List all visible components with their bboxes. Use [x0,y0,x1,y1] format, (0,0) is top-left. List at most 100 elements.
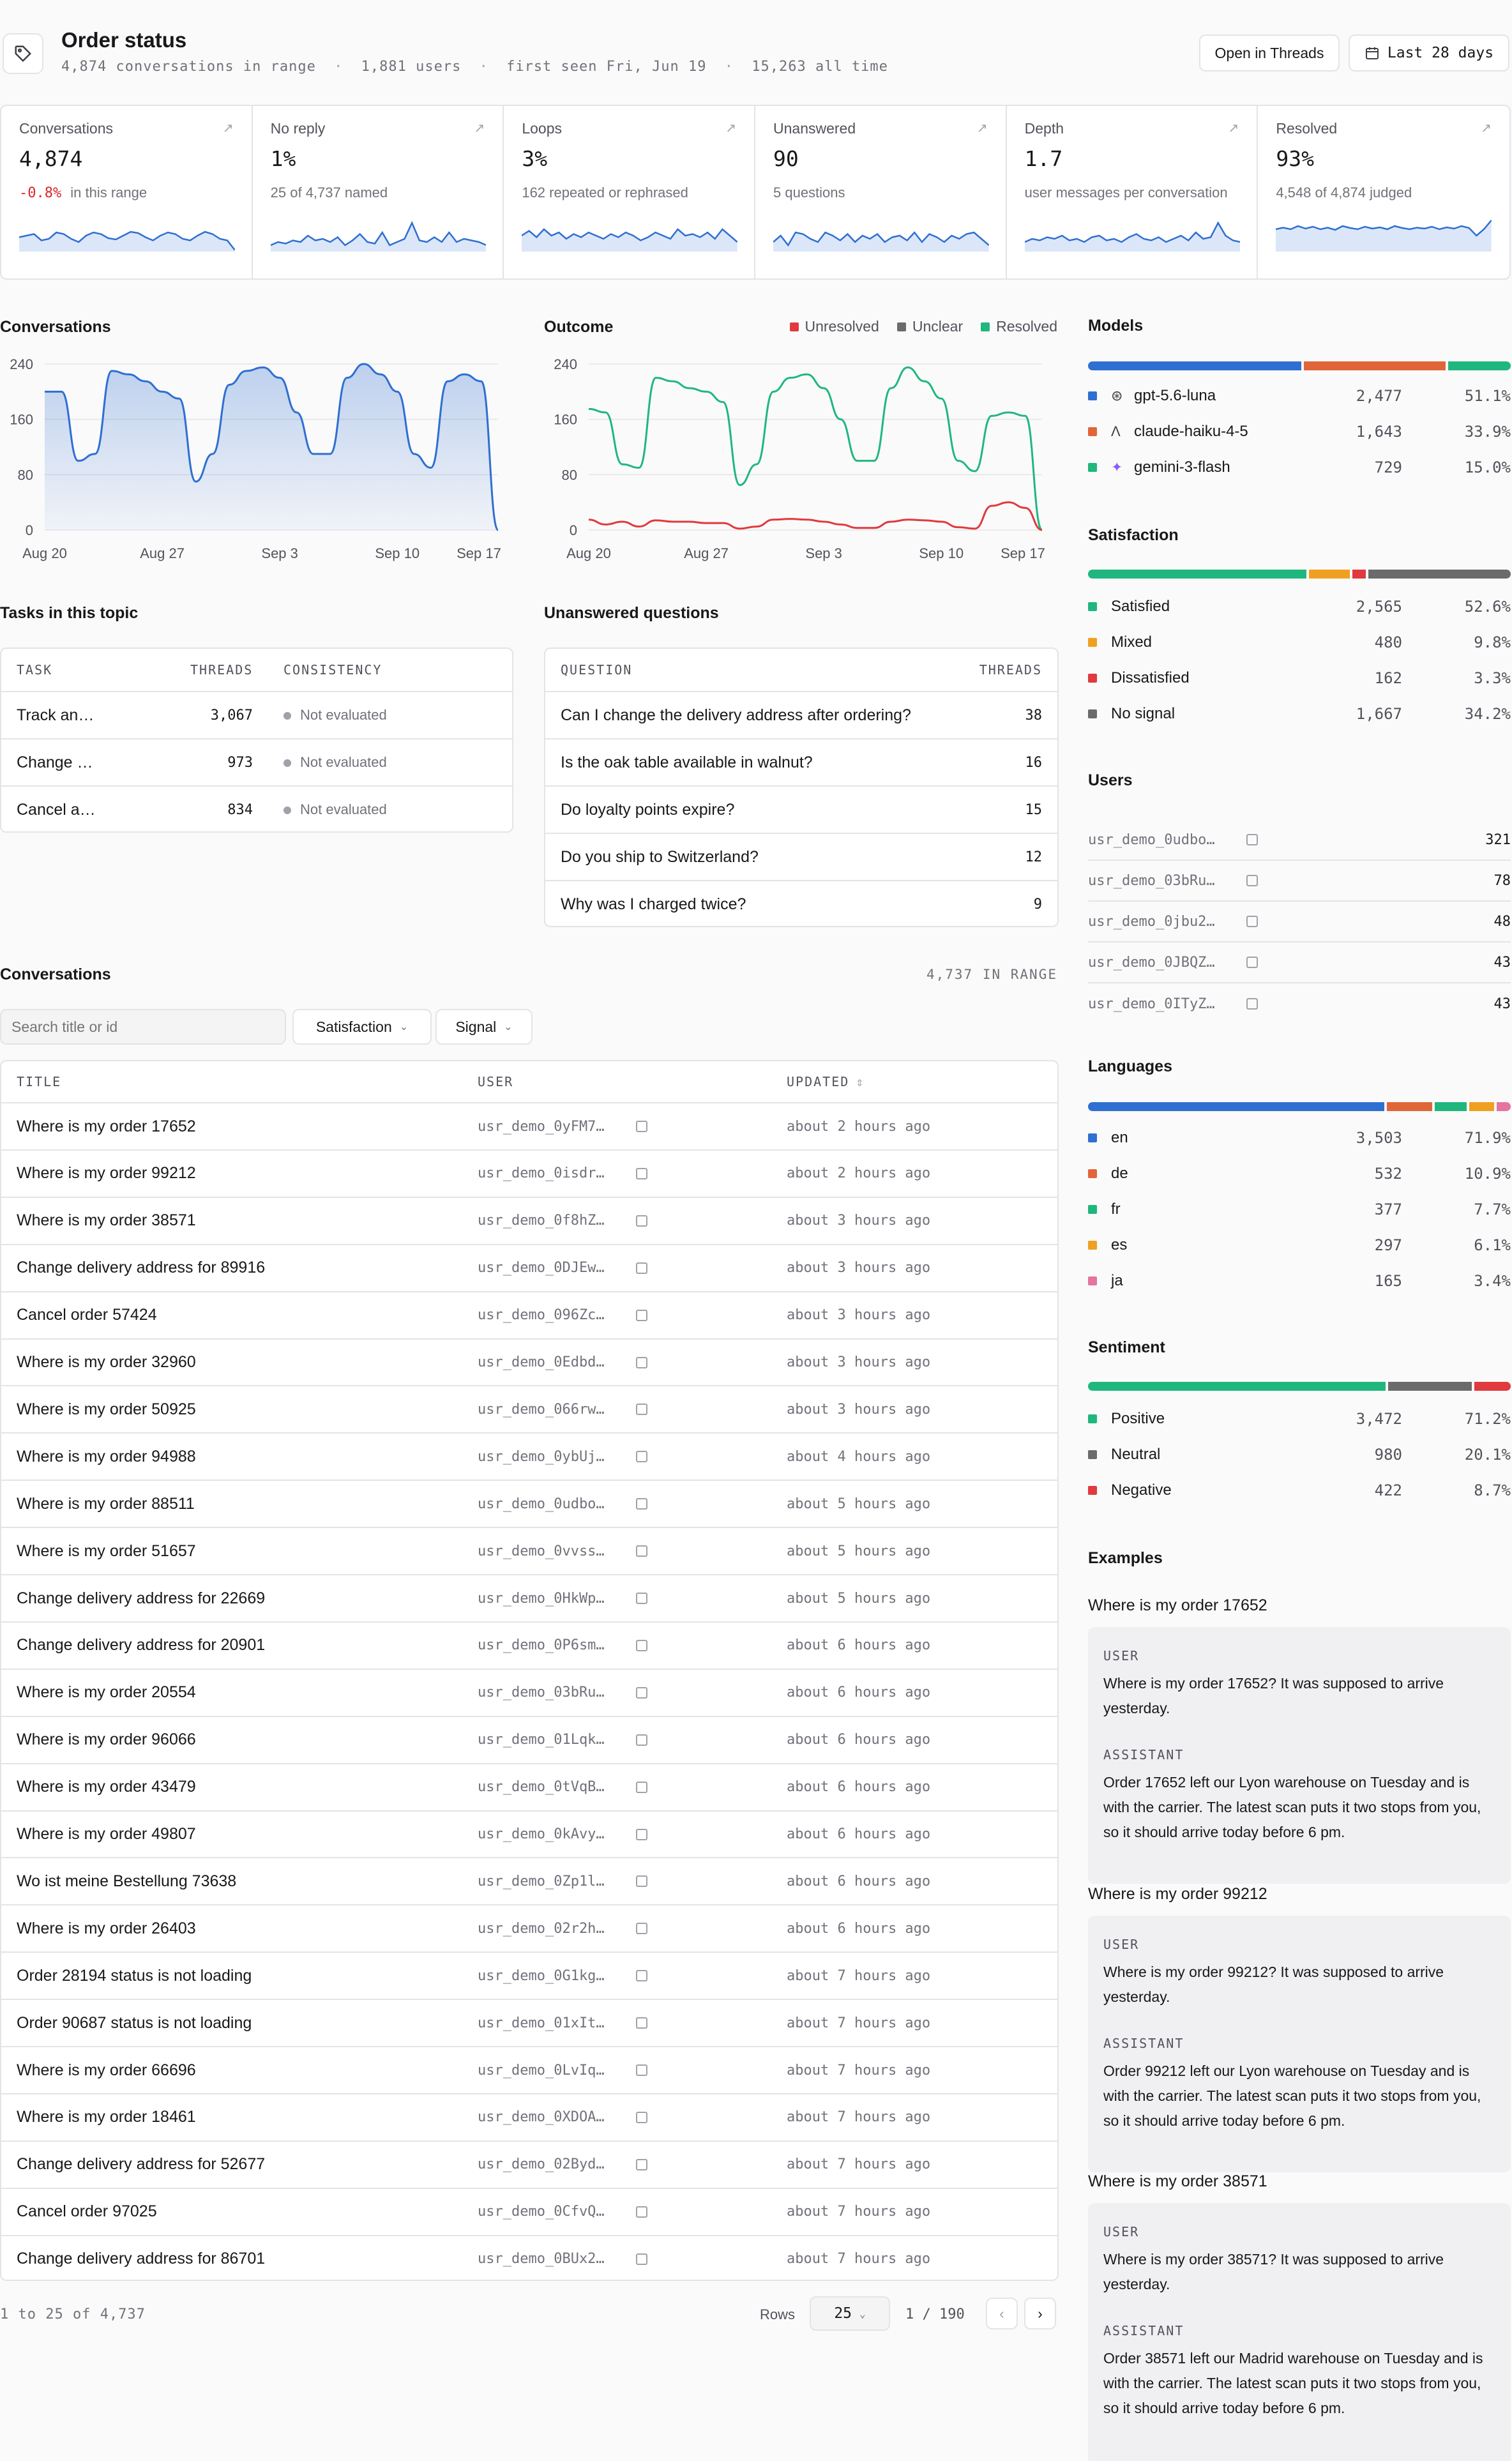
task-row[interactable]: Change … 973 Not evaluated [1,738,512,785]
row-user-id[interactable]: usr_demo_0isdr… [478,1165,618,1181]
row-title[interactable]: Where is my order 66696 [17,2061,196,2080]
table-row[interactable]: Where is my order 66696 usr_demo_0LvIq… ab… [1,2046,1057,2093]
copy-icon[interactable] [1246,957,1258,968]
row-user-id[interactable]: usr_demo_0ybUj… [478,1449,618,1465]
copy-icon[interactable] [636,2111,647,2123]
table-row[interactable]: Wo ist meine Bestellung 73638 usr_demo_0Z… [1,1857,1057,1904]
row-title[interactable]: Where is my order 88511 [17,1495,195,1513]
kpi-card-2[interactable]: Loops ↗ 3% 162 repeated or rephrased [504,106,755,278]
user-row[interactable]: usr_demo_0JBQZ… 43 [1088,943,1511,983]
user-row[interactable]: usr_demo_0jbu2… 48 [1088,902,1511,943]
row-title[interactable]: Where is my order 32960 [17,1353,196,1372]
models-row[interactable]: ⊛ gpt-5.6-luna 2,477 51.1% [1088,384,1511,407]
table-row[interactable]: Order 90687 status is not loading usr_dem… [1,1999,1057,2046]
row-title[interactable]: Change delivery address for 89916 [17,1259,265,1277]
row-user-id[interactable]: usr_demo_02Byd… [478,2156,618,2172]
arrow-up-right-icon[interactable]: ↗ [223,120,234,136]
row-title[interactable]: Where is my order 20554 [17,1683,196,1702]
row-title[interactable]: Cancel order 57424 [17,1306,157,1324]
user-id[interactable]: usr_demo_03bRu… [1088,873,1228,889]
satisfaction-row[interactable]: Mixed 480 9.8% [1088,631,1511,654]
row-title[interactable]: Change delivery address for 52677 [17,2155,265,2174]
copy-icon[interactable] [636,1734,647,1746]
copy-icon[interactable] [636,1828,647,1840]
table-row[interactable]: Cancel order 97025 usr_demo_0CfvQ… about 7… [1,2187,1057,2235]
table-row[interactable]: Where is my order 38571 usr_demo_0f8hZ… ab… [1,1196,1057,1244]
open-in-threads-button[interactable]: Open in Threads [1199,34,1340,72]
kpi-card-4[interactable]: Depth ↗ 1.7 user messages per conversation [1007,106,1259,278]
row-title[interactable]: Where is my order 43479 [17,1778,196,1796]
languages-row[interactable]: en 3,503 71.9% [1088,1126,1511,1149]
table-row[interactable]: Where is my order 18461 usr_demo_0XDOA… ab… [1,2093,1057,2140]
models-row[interactable]: Λclaude-haiku-4-5 1,643 33.9% [1088,420,1511,443]
rows-per-page-select[interactable]: 25 ⌄ [810,2296,890,2331]
table-row[interactable]: Change delivery address for 22669 usr_dem… [1,1574,1057,1621]
example-title[interactable]: Where is my order 17652 [1088,1596,1267,1615]
table-row[interactable]: Change delivery address for 20901 usr_dem… [1,1621,1057,1669]
row-user-id[interactable]: usr_demo_0f8hZ… [478,1213,618,1229]
copy-icon[interactable] [1246,998,1258,1010]
row-user-id[interactable]: usr_demo_0kAvy… [478,1826,618,1842]
row-title[interactable]: Order 90687 status is not loading [17,2014,252,2033]
table-row[interactable]: Where is my order 96066 usr_demo_01Lqk… ab… [1,1715,1057,1763]
copy-icon[interactable] [636,1923,647,1935]
row-user-id[interactable]: usr_demo_0tVqB… [478,1779,618,1795]
kpi-card-3[interactable]: Unanswered ↗ 90 5 questions [755,106,1007,278]
row-user-id[interactable]: usr_demo_0yFM7… [478,1119,618,1135]
models-row[interactable]: ✦ gemini-3-flash 729 15.0% [1088,456,1511,479]
task-row[interactable]: Cancel a… 834 Not evaluated [1,785,512,831]
kpi-card-5[interactable]: Resolved ↗ 93% 4,548 of 4,874 judged [1258,106,1509,278]
table-row[interactable]: Change delivery address for 89916 usr_dem… [1,1243,1057,1291]
languages-row[interactable]: fr 377 7.7% [1088,1198,1511,1221]
prev-page-button[interactable]: ‹ [986,2298,1018,2329]
copy-icon[interactable] [636,1356,647,1368]
table-row[interactable]: Where is my order 26403 usr_demo_02r2h… ab… [1,1904,1057,1951]
row-user-id[interactable]: usr_demo_0udbo… [478,1496,618,1512]
row-title[interactable]: Cancel order 97025 [17,2202,157,2221]
example-title[interactable]: Where is my order 99212 [1088,1885,1267,1904]
row-user-id[interactable]: usr_demo_02r2h… [478,1921,618,1937]
row-title[interactable]: Change delivery address for 86701 [17,2250,265,2268]
row-title[interactable]: Order 28194 status is not loading [17,1967,252,1985]
arrow-up-right-icon[interactable]: ↗ [977,120,988,136]
table-row[interactable]: Order 28194 status is not loading usr_dem… [1,1951,1057,1999]
arrow-up-right-icon[interactable]: ↗ [474,120,485,136]
table-row[interactable]: Change delivery address for 52677 usr_dem… [1,2140,1057,2188]
copy-icon[interactable] [636,1451,647,1463]
user-row[interactable]: usr_demo_0udbo… 321 [1088,820,1511,861]
table-row[interactable]: Where is my order 50925 usr_demo_066rw… ab… [1,1385,1057,1432]
row-user-id[interactable]: usr_demo_0CfvQ… [478,2204,618,2220]
copy-icon[interactable] [636,1215,647,1227]
table-row[interactable]: Cancel order 57424 usr_demo_096Zc… about 3… [1,1291,1057,1338]
row-user-id[interactable]: usr_demo_01xIt… [478,2015,618,2031]
row-user-id[interactable]: usr_demo_0LvIq… [478,2063,618,2079]
row-user-id[interactable]: usr_demo_0HkWp… [478,1591,618,1607]
question-row[interactable]: Is the oak table available in walnut? 16 [545,738,1057,785]
copy-icon[interactable] [636,2064,647,2076]
row-title[interactable]: Where is my order 51657 [17,1542,196,1561]
copy-icon[interactable] [636,1167,647,1179]
table-row[interactable]: Where is my order 49807 usr_demo_0kAvy… ab… [1,1810,1057,1858]
question-row[interactable]: Can I change the delivery address after … [545,691,1057,738]
table-row[interactable]: Where is my order 32960 usr_demo_0Edbd… ab… [1,1338,1057,1386]
copy-icon[interactable] [1246,875,1258,886]
question-row[interactable]: Do you ship to Switzerland? 12 [545,833,1057,880]
header-updated-sort[interactable]: UPDATED ⇕ [787,1074,865,1089]
languages-row[interactable]: es 297 6.1% [1088,1234,1511,1257]
copy-icon[interactable] [1246,916,1258,927]
arrow-up-right-icon[interactable]: ↗ [1228,120,1239,136]
copy-icon[interactable] [636,1593,647,1604]
table-row[interactable]: Change delivery address for 86701 usr_dem… [1,2234,1057,2280]
sentiment-row[interactable]: Negative 422 8.7% [1088,1479,1511,1502]
row-title[interactable]: Where is my order 17652 [17,1117,196,1136]
row-title[interactable]: Where is my order 96066 [17,1730,196,1749]
row-user-id[interactable]: usr_demo_01Lqk… [478,1732,618,1748]
question-row[interactable]: Why was I charged twice? 9 [545,880,1057,926]
copy-icon[interactable] [636,1121,647,1132]
user-row[interactable]: usr_demo_03bRu… 78 [1088,861,1511,902]
row-title[interactable]: Where is my order 94988 [17,1448,196,1466]
signal-filter[interactable]: Signal ⌄ [435,1009,533,1045]
copy-icon[interactable] [636,1309,647,1321]
copy-icon[interactable] [636,1875,647,1888]
row-user-id[interactable]: usr_demo_0P6sm… [478,1637,618,1653]
